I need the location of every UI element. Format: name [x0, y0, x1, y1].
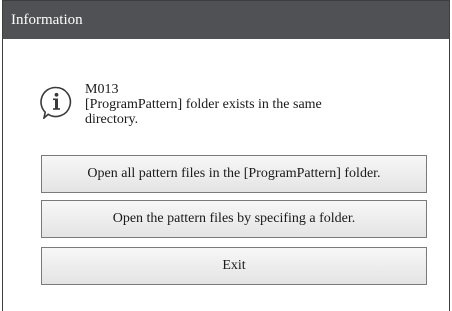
dialog-content: M013 [ProgramPattern] folder exists in t… [3, 39, 449, 311]
information-dialog: Information M013 [ProgramPattern] folder… [2, 0, 450, 311]
info-icon [40, 86, 72, 119]
exit-button[interactable]: Exit [41, 247, 427, 285]
message-code: M013 [85, 82, 119, 97]
message-line-2: directory. [85, 112, 139, 127]
message-line-1: [ProgramPattern] folder exists in the sa… [85, 97, 322, 112]
dialog-title-bar: Information [3, 1, 449, 39]
message-text: M013 [ProgramPattern] folder exists in t… [85, 82, 425, 127]
open-pattern-files-by-folder-button[interactable]: Open the pattern files by specifing a fo… [41, 200, 427, 238]
dialog-title: Information [11, 12, 83, 28]
open-all-pattern-files-button[interactable]: Open all pattern files in the [ProgramPa… [41, 155, 427, 193]
